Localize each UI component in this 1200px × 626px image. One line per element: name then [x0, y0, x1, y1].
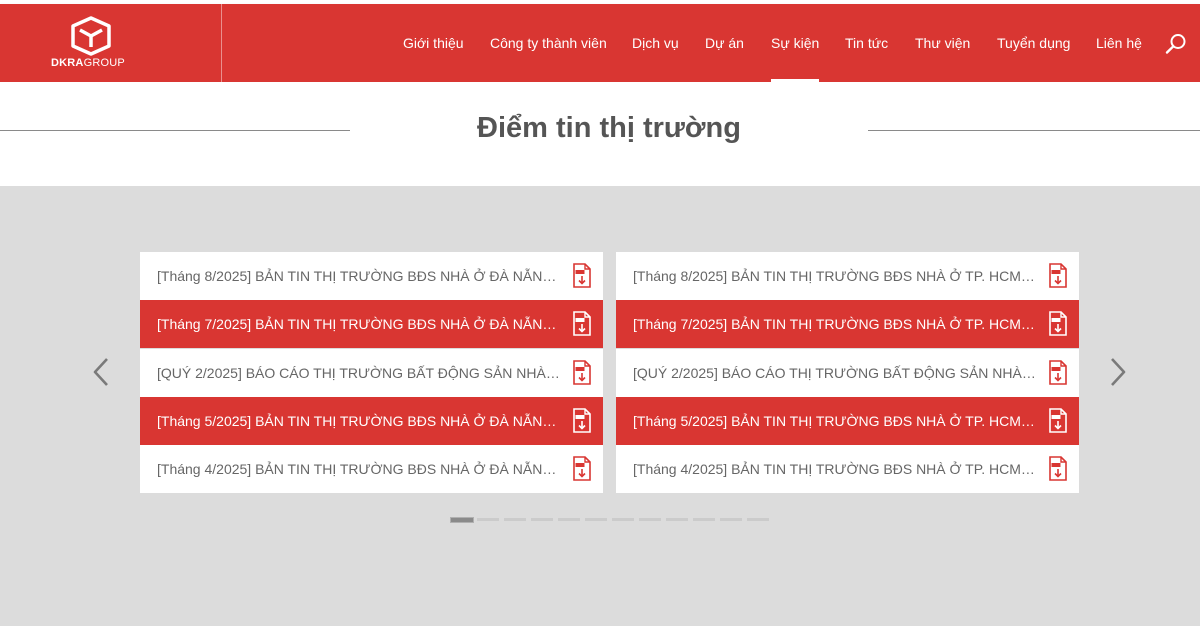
news-item-title[interactable]: [QUÝ 2/2025] BÁO CÁO THỊ TRƯỜNG BẤT ĐỘNG…	[633, 349, 1038, 397]
pdf-download-icon[interactable]	[572, 311, 592, 337]
pdf-download-icon[interactable]	[1048, 311, 1068, 337]
nav-item-gioi-thieu[interactable]: Giới thiệu	[403, 4, 464, 82]
news-item-title[interactable]: [QUÝ 2/2025] BÁO CÁO THỊ TRƯỜNG BẤT ĐỘNG…	[157, 349, 562, 397]
news-item-title[interactable]: [Tháng 7/2025] BẢN TIN THỊ TRƯỜNG BĐS NH…	[157, 300, 562, 348]
pagination-dot[interactable]	[450, 517, 474, 523]
pagination-dot[interactable]	[585, 518, 607, 521]
pdf-download-icon[interactable]	[572, 359, 592, 385]
nav-item-du-an[interactable]: Dự án	[705, 4, 744, 82]
pagination-dot[interactable]	[477, 518, 499, 521]
search-icon[interactable]	[1165, 33, 1187, 55]
pagination-dot[interactable]	[666, 518, 688, 521]
pdf-download-icon[interactable]	[572, 263, 592, 288]
news-item[interactable]: [Tháng 4/2025] BẢN TIN THỊ TRƯỜNG BĐS NH…	[616, 445, 1079, 493]
news-item-title[interactable]: [Tháng 7/2025] BẢN TIN THỊ TRƯỜNG BĐS NH…	[633, 300, 1038, 348]
main-nav: Giới thiệu Công ty thành viên Dịch vụ Dự…	[0, 4, 1200, 82]
news-item[interactable]: [Tháng 5/2025] BẢN TIN THỊ TRƯỜNG BĐS NH…	[140, 396, 603, 445]
title-section: Điểm tin thị trường	[0, 82, 1200, 186]
divider-right	[868, 130, 1200, 131]
news-item[interactable]: [Tháng 7/2025] BẢN TIN THỊ TRƯỜNG BĐS NH…	[140, 300, 603, 349]
pagination-dot[interactable]	[747, 518, 769, 521]
news-item-title[interactable]: [Tháng 4/2025] BẢN TIN THỊ TRƯỜNG BĐS NH…	[157, 445, 562, 493]
news-item[interactable]: [Tháng 4/2025] BẢN TIN THỊ TRƯỜNG BĐS NH…	[140, 445, 603, 493]
chevron-right-icon[interactable]	[1103, 354, 1131, 390]
news-item[interactable]: [QUÝ 2/2025] BÁO CÁO THỊ TRƯỜNG BẤT ĐỘNG…	[616, 348, 1079, 397]
nav-item-su-kien[interactable]: Sự kiện	[771, 4, 820, 82]
pagination-dot[interactable]	[612, 518, 634, 521]
pdf-download-icon[interactable]	[1048, 456, 1068, 481]
pdf-download-icon[interactable]	[1048, 359, 1068, 385]
news-item-title[interactable]: [Tháng 8/2025] BẢN TIN THỊ TRƯỜNG BĐS NH…	[157, 252, 562, 300]
page-title: Điểm tin thị trường	[477, 112, 741, 144]
news-column-danang: [Tháng 8/2025] BẢN TIN THỊ TRƯỜNG BĐS NH…	[140, 252, 603, 493]
news-column-hcm: [Tháng 8/2025] BẢN TIN THỊ TRƯỜNG BĐS NH…	[616, 252, 1079, 493]
news-item[interactable]: [Tháng 8/2025] BẢN TIN THỊ TRƯỜNG BĐS NH…	[616, 252, 1079, 300]
news-item-title[interactable]: [Tháng 5/2025] BẢN TIN THỊ TRƯỜNG BĐS NH…	[157, 397, 562, 445]
news-item-title[interactable]: [Tháng 5/2025] BẢN TIN THỊ TRƯỜNG BĐS NH…	[633, 397, 1038, 445]
news-item[interactable]: [QUÝ 2/2025] BÁO CÁO THỊ TRƯỜNG BẤT ĐỘNG…	[140, 348, 603, 397]
news-item-title[interactable]: [Tháng 8/2025] BẢN TIN THỊ TRƯỜNG BĐS NH…	[633, 252, 1038, 300]
news-item[interactable]: [Tháng 5/2025] BẢN TIN THỊ TRƯỜNG BĐS NH…	[616, 396, 1079, 445]
nav-item-cong-ty-thanh-vien[interactable]: Công ty thành viên	[490, 4, 607, 82]
chevron-left-icon[interactable]	[88, 354, 116, 390]
pagination-dot[interactable]	[693, 518, 715, 521]
nav-item-dich-vu[interactable]: Dịch vụ	[632, 4, 679, 82]
pagination-dot[interactable]	[558, 518, 580, 521]
pagination-dot[interactable]	[720, 518, 742, 521]
pdf-download-icon[interactable]	[1048, 407, 1068, 433]
news-slider: [Tháng 8/2025] BẢN TIN THỊ TRƯỜNG BĐS NH…	[0, 186, 1200, 626]
news-item[interactable]: [Tháng 8/2025] BẢN TIN THỊ TRƯỜNG BĐS NH…	[140, 252, 603, 300]
pdf-download-icon[interactable]	[572, 456, 592, 481]
pagination-dot[interactable]	[531, 518, 553, 521]
nav-item-tuyen-dung[interactable]: Tuyển dụng	[997, 4, 1070, 82]
pdf-download-icon[interactable]	[1048, 263, 1068, 288]
nav-item-tin-tuc[interactable]: Tin tức	[845, 4, 888, 82]
nav-item-thu-vien[interactable]: Thư viện	[915, 4, 970, 82]
news-item[interactable]: [Tháng 7/2025] BẢN TIN THỊ TRƯỜNG BĐS NH…	[616, 300, 1079, 349]
divider-left	[0, 130, 350, 131]
pdf-download-icon[interactable]	[572, 407, 592, 433]
site-header: DKRAGROUP Giới thiệu Công ty thành viên …	[0, 4, 1200, 82]
pagination-dot[interactable]	[639, 518, 661, 521]
nav-item-lien-he[interactable]: Liên hệ	[1096, 4, 1142, 82]
pagination-dot[interactable]	[504, 518, 526, 521]
news-item-title[interactable]: [Tháng 4/2025] BẢN TIN THỊ TRƯỜNG BĐS NH…	[633, 445, 1038, 493]
